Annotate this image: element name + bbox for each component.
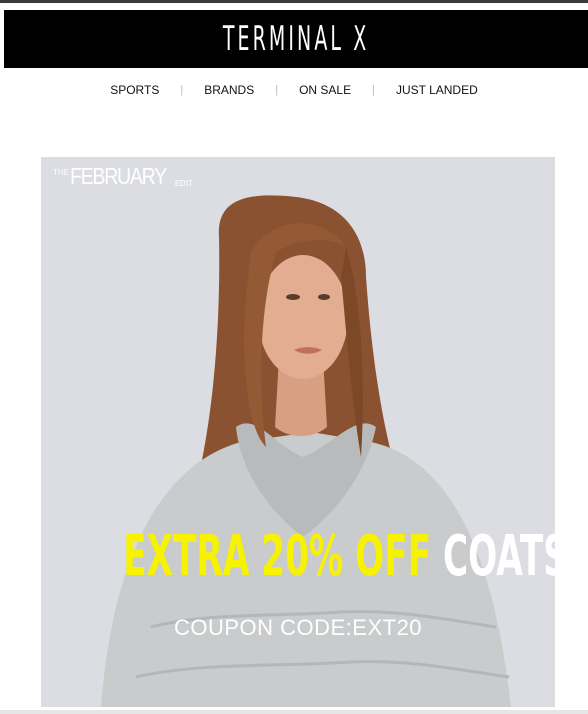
edit-suffix: EDIT: [174, 179, 194, 188]
headline-highlight: EXTRA 20% OFF: [123, 524, 432, 589]
top-rule: [0, 0, 588, 3]
header-bar: TERMINAL X: [4, 10, 588, 68]
coupon-code: COUPON CODE:EXT20: [173, 615, 423, 640]
main-nav: SPORTS | BRANDS | ON SALE | JUST LANDED: [0, 80, 588, 100]
february-edit-tag: THE FEBRUARY EDIT: [53, 163, 194, 189]
nav-item-brands[interactable]: BRANDS: [183, 83, 275, 97]
nav-item-on-sale[interactable]: ON SALE: [278, 83, 372, 97]
nav-item-just-landed[interactable]: JUST LANDED: [375, 83, 499, 97]
bottom-rule: [0, 710, 588, 714]
edit-prefix: THE: [53, 168, 69, 177]
promo-headline: EXTRA 20% OFF COATS: [123, 529, 555, 585]
headline-rest: COATS: [443, 524, 555, 589]
edit-title: FEBRUARY: [70, 163, 167, 189]
brand-logo[interactable]: TERMINAL X: [223, 19, 369, 59]
nav-item-sports[interactable]: SPORTS: [89, 83, 180, 97]
hero-banner[interactable]: THE FEBRUARY EDIT EXTRA 20% OFF COATS CO…: [41, 157, 555, 707]
